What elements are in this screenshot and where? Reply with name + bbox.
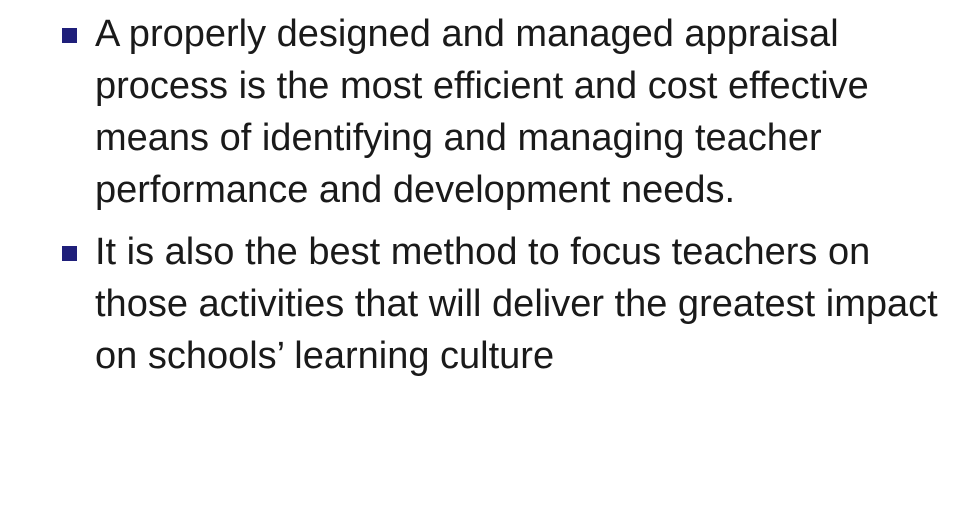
bullet-item-focus-teachers: It is also the best method to focus teac… (62, 226, 942, 382)
slide: A properly designed and managed appraisa… (0, 0, 960, 511)
bullet-list: A properly designed and managed appraisa… (62, 8, 942, 382)
bullet-text: A properly designed and managed appraisa… (95, 13, 869, 211)
square-bullet-icon (62, 246, 77, 261)
bullet-item-appraisal-process: A properly designed and managed appraisa… (62, 8, 942, 216)
square-bullet-icon (62, 28, 77, 43)
bullet-text: It is also the best method to focus teac… (95, 231, 938, 377)
